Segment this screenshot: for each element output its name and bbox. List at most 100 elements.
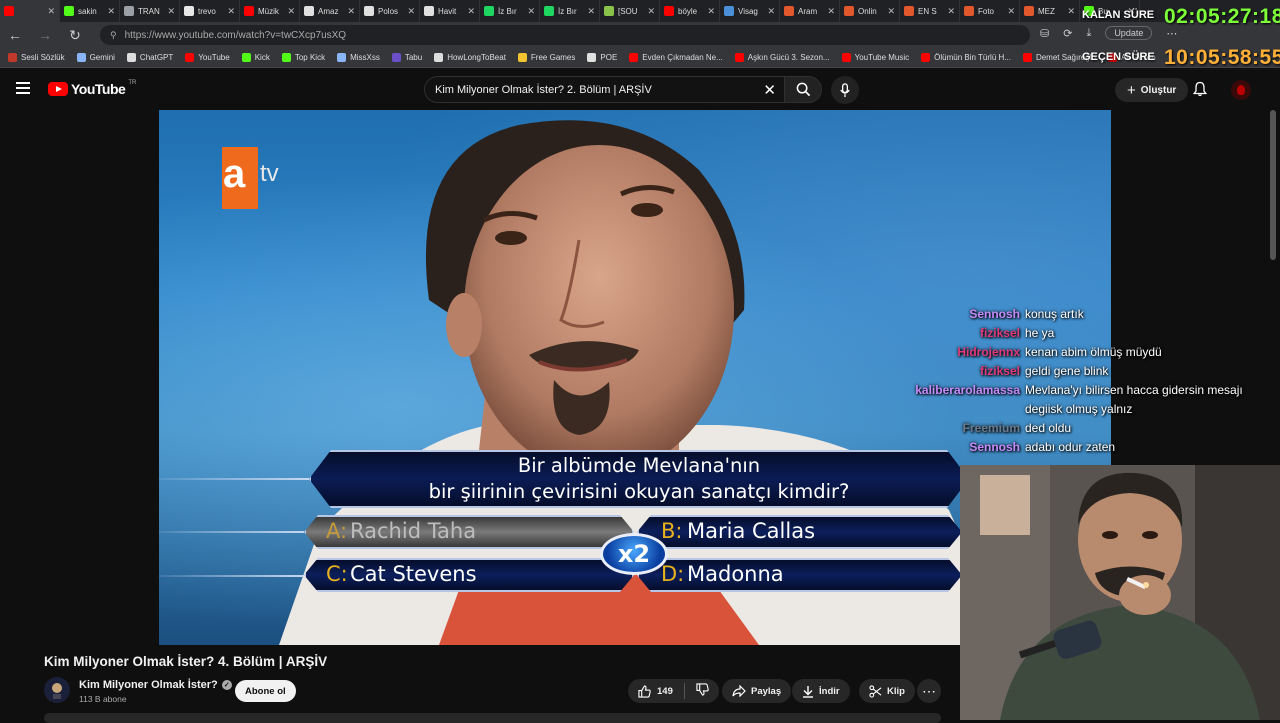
youtube-logo[interactable]: YouTube TR	[48, 80, 136, 97]
tab-close-icon[interactable]: ✕	[407, 6, 415, 17]
subscribe-button[interactable]: Abone ol	[235, 680, 296, 702]
back-icon[interactable]: ←	[0, 27, 30, 43]
menu-icon[interactable]	[16, 82, 30, 97]
reload-icon[interactable]: ↻	[60, 27, 90, 44]
browser-tab[interactable]: [SOU ✕	[600, 0, 660, 22]
reload-extension-icon[interactable]: ⟳	[1063, 27, 1072, 40]
tab-title: Müzik	[258, 6, 279, 16]
chat-text: ded oldu	[1025, 421, 1072, 435]
share-button[interactable]: Paylaş	[722, 679, 792, 703]
tab-close-icon[interactable]: ✕	[767, 6, 775, 17]
site-info-icon[interactable]: ⚲	[110, 30, 117, 41]
dislike-button[interactable]	[696, 683, 709, 699]
search-button[interactable]	[784, 76, 822, 103]
forward-icon[interactable]: →	[30, 27, 60, 43]
browser-tab[interactable]: ✕	[0, 0, 60, 22]
browser-tab[interactable]: trevo ✕	[180, 0, 240, 22]
browser-tab[interactable]: Havit ✕	[420, 0, 480, 22]
tab-close-icon[interactable]: ✕	[347, 6, 355, 17]
tab-close-icon[interactable]: ✕	[107, 6, 115, 17]
tab-close-icon[interactable]: ✕	[47, 6, 55, 17]
browser-tab[interactable]: Aram ✕	[780, 0, 840, 22]
notifications-bell-icon[interactable]	[1192, 81, 1208, 102]
clear-search-icon[interactable]: ✕	[763, 81, 776, 99]
browser-tab[interactable]: sakin ✕	[60, 0, 120, 22]
browser-tab[interactable]: İz Bır ✕	[540, 0, 600, 22]
download-button[interactable]: İndir	[792, 679, 850, 703]
bookmark-item[interactable]: POE	[587, 53, 617, 62]
bookmark-item[interactable]: Sesli Sözlük	[8, 53, 65, 62]
like-button[interactable]: 149	[638, 684, 673, 698]
bookmark-item[interactable]: Aşkın Gücü 3. Sezon...	[734, 53, 830, 62]
share-label: Paylaş	[751, 685, 782, 697]
bookmark-label: Sesli Sözlük	[21, 53, 65, 62]
tab-close-icon[interactable]: ✕	[947, 6, 955, 17]
tab-favicon-icon	[784, 6, 794, 16]
tab-close-icon[interactable]: ✕	[707, 6, 715, 17]
tab-close-icon[interactable]: ✕	[287, 6, 295, 17]
tab-close-icon[interactable]: ✕	[167, 6, 175, 17]
update-button[interactable]: Update	[1105, 26, 1153, 40]
browser-tab[interactable]: TRAN ✕	[120, 0, 180, 22]
tab-close-icon[interactable]: ✕	[227, 6, 235, 17]
browser-tab[interactable]: Amaz ✕	[300, 0, 360, 22]
search-input[interactable]: Kim Milyoner Olmak İster? 2. Bölüm | ARŞ…	[424, 76, 786, 103]
address-bar[interactable]: ⚲ https://www.youtube.com/watch?v=twCXcp…	[100, 25, 1030, 45]
tab-close-icon[interactable]: ✕	[647, 6, 655, 17]
tab-close-icon[interactable]: ✕	[527, 6, 535, 17]
browser-tab[interactable]: Onlin ✕	[840, 0, 900, 22]
tab-title: böyle	[678, 6, 698, 16]
bookmark-item[interactable]: Top Kick	[281, 53, 325, 62]
atv-logo-tv: tv	[260, 160, 279, 187]
download-icon[interactable]: ⤓	[1086, 27, 1091, 40]
bookmark-item[interactable]: YouTube	[185, 53, 230, 62]
tab-close-icon[interactable]: ✕	[827, 6, 835, 17]
chat-username: Freemium	[962, 421, 1020, 435]
search-query: Kim Milyoner Olmak İster? 2. Bölüm | ARŞ…	[435, 83, 652, 96]
verified-check-icon: ✓	[221, 680, 232, 690]
browser-tab[interactable]: böyle ✕	[660, 0, 720, 22]
bookmark-item[interactable]: MissXss	[337, 53, 380, 62]
tab-close-icon[interactable]: ✕	[467, 6, 475, 17]
browser-tab[interactable]: Polos ✕	[360, 0, 420, 22]
clip-button[interactable]: Klip	[859, 679, 915, 703]
browser-tab[interactable]: Foto ✕	[960, 0, 1020, 22]
channel-avatar[interactable]	[44, 677, 70, 703]
question-line-2: bir şiirinin çevirisini okuyan sanatçı k…	[428, 480, 850, 503]
tab-close-icon[interactable]: ✕	[1007, 6, 1015, 17]
tab-title: MEZ	[1038, 6, 1055, 16]
channel-name[interactable]: Kim Milyoner Olmak İster?	[79, 679, 218, 691]
voice-search-button[interactable]	[831, 76, 859, 104]
bookmark-favicon-icon	[921, 53, 931, 62]
more-actions-button[interactable]: ⋯	[917, 679, 941, 703]
browser-tab[interactable]: Müzik ✕	[240, 0, 300, 22]
browser-tab[interactable]: MEZ ✕	[1020, 0, 1080, 22]
tab-close-icon[interactable]: ✕	[1067, 6, 1075, 17]
extension-icon[interactable]: ⛁	[1040, 27, 1049, 40]
bookmark-item[interactable]: Gemini	[76, 53, 115, 62]
tab-close-icon[interactable]: ✕	[887, 6, 895, 17]
browser-tab[interactable]: İz Bır ✕	[480, 0, 540, 22]
browser-tab[interactable]: Visag ✕	[720, 0, 780, 22]
tab-favicon-icon	[724, 6, 734, 16]
account-avatar[interactable]	[1231, 80, 1251, 100]
bookmark-item[interactable]: Tabu	[391, 53, 422, 62]
create-button[interactable]: + Oluştur	[1115, 78, 1189, 102]
browser-tab[interactable]: EN S ✕	[900, 0, 960, 22]
channel-name-row[interactable]: Kim Milyoner Olmak İster? ✓	[79, 679, 232, 691]
description-box[interactable]	[44, 713, 941, 723]
tab-title: Onlin	[858, 6, 877, 16]
bookmark-item[interactable]: Kick	[241, 53, 270, 62]
bookmark-item[interactable]: HowLongToBeat	[434, 53, 506, 62]
tab-title: Aram	[798, 6, 818, 16]
page-scrollbar[interactable]	[1270, 110, 1276, 260]
bookmark-item[interactable]: Evden Çıkmadan Ne...	[629, 53, 723, 62]
tab-close-icon[interactable]: ✕	[587, 6, 595, 17]
answer-c-text: Cat Stevens	[350, 562, 477, 586]
bookmark-item[interactable]: Free Games	[517, 53, 575, 62]
bookmark-item[interactable]: ChatGPT	[126, 53, 173, 62]
tab-favicon-icon	[4, 6, 14, 16]
bookmark-item[interactable]: Ölümün Bin Türlü H...	[921, 53, 1011, 62]
bookmark-item[interactable]: YouTube Music	[841, 53, 909, 62]
bookmark-label: MissXss	[350, 53, 380, 62]
